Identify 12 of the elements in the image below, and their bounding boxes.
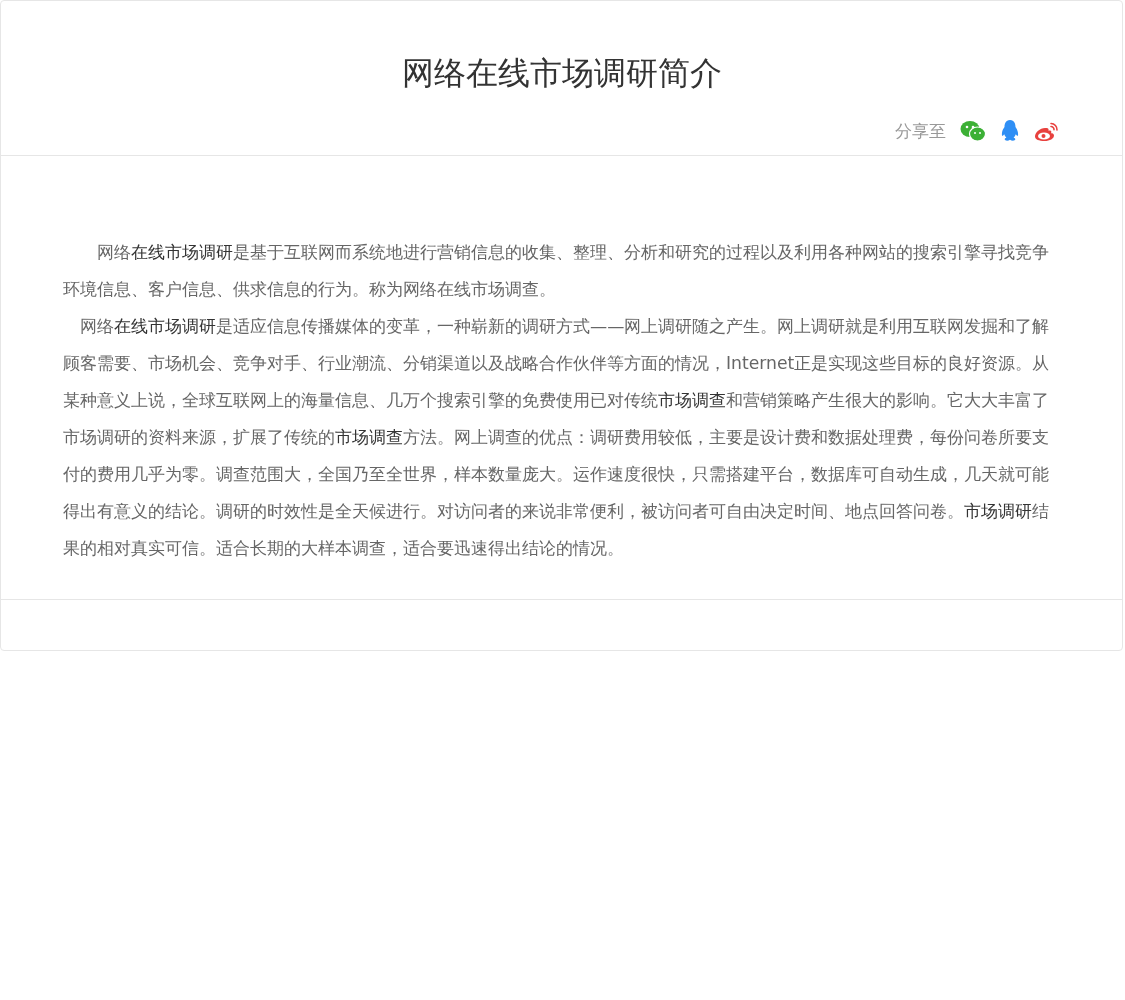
keyword-link[interactable]: 市场调研 — [964, 501, 1032, 521]
keyword-link[interactable]: 市场调查 — [658, 390, 726, 410]
article-title: 网络在线市场调研简介 — [400, 53, 723, 94]
keyword-link[interactable]: 市场调查 — [335, 427, 403, 447]
keyword-link[interactable]: 在线市场调研 — [131, 242, 233, 262]
article-paragraph: 网络在线市场调研是基于互联网而系统地进行营销信息的收集、整理、分析和研究的过程以及利用各种网站的搜索引擎寻找竞争环境信息、客户信息、供求信息的行为。称为网络在线市场调查。 — [63, 241, 1050, 301]
chat-bubbles-icon[interactable] — [960, 120, 986, 142]
keyword-link[interactable]: 在线市场调研 — [114, 316, 216, 336]
share-label: 分享至 — [895, 119, 946, 143]
penguin-icon[interactable] — [1000, 119, 1020, 143]
eye-logo-icon[interactable] — [1034, 120, 1060, 142]
article-paragraph: 网络在线市场调研是适应信息传播媒体的变革，一种崭新的调研方式——网上调研随之产生。网上调研就是利用互联网发掘和了解顾客需要、市场机会、竞争对手、行业潮流、分销渠道以及战略合作伙伴等方面的情况，Internet正是实现这些目标的良好资源。从某种意义上说，全球互联网上的海量信息、几万个搜索引擎的免费使用已对传统市场调查和营销策略产生很大的影响。它大大丰富了市场调研的资料来源，扩展了传统的市场调查方法。网上调查的优点：调研费用较低，主要是设计费和数据处理费，每份问卷所要支付的费用几乎为零。调查范围大，全国乃至全世界，样本数量庞大。运作速度很快，只需搭建平台，数据库可自动生成，几天就可能得出有意义的结论。调研的时效性是全天候进行。对访问者的来说非常便利，被访问者可自由决定时间、地点回答问卷。市场调研结果的相对真实可信。适合长期的大样本调查，适合要迅速得出结论的情况。 — [63, 315, 1051, 560]
